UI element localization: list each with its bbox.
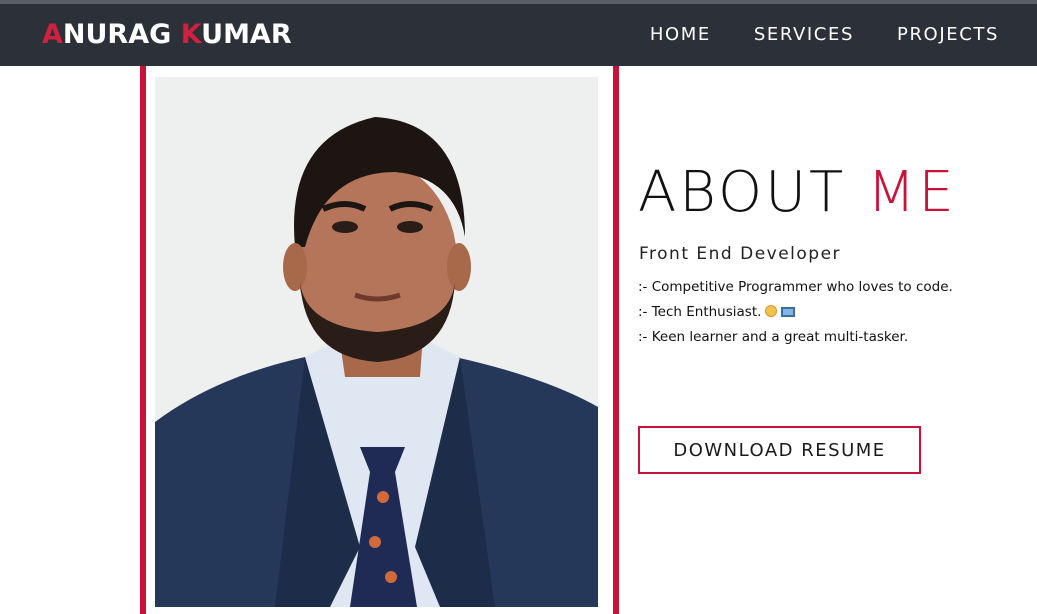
nav-projects-link[interactable]: PROJECTS bbox=[897, 24, 999, 45]
brand-text-first: NURAG bbox=[62, 19, 181, 50]
brand-logo[interactable]: ANURAG KUMAR bbox=[42, 19, 292, 50]
about-me-heading: ABOUT ME bbox=[638, 165, 957, 221]
brand-initial-a: A bbox=[42, 19, 63, 50]
navbar: ANURAG KUMAR HOME SERVICES PROJECTS bbox=[0, 4, 1037, 66]
bullet-item: :- Tech Enthusiast. bbox=[638, 304, 953, 329]
nav-home-link[interactable]: HOME bbox=[650, 24, 711, 45]
bullet-text: :- Tech Enthusiast. bbox=[638, 304, 762, 320]
laptop-emoji-icon bbox=[781, 307, 796, 317]
bullet-text: :- Competitive Programmer who loves to c… bbox=[638, 279, 953, 295]
bullet-item: :- Keen learner and a great multi-tasker… bbox=[638, 329, 953, 354]
bullet-text: :- Keen learner and a great multi-tasker… bbox=[638, 329, 909, 345]
role-subtitle: Front End Developer bbox=[639, 244, 842, 264]
profile-photo-illustration bbox=[155, 77, 598, 607]
profile-photo bbox=[155, 77, 598, 607]
about-heading-accent: ME bbox=[867, 160, 957, 225]
bullet-item: :- Competitive Programmer who loves to c… bbox=[638, 279, 953, 304]
main-nav: HOME SERVICES PROJECTS bbox=[650, 24, 999, 45]
person-emoji-icon bbox=[765, 305, 778, 317]
download-resume-button[interactable]: DOWNLOAD RESUME bbox=[638, 426, 921, 474]
about-heading-main: ABOUT bbox=[638, 160, 868, 225]
brand-text-last: UMAR bbox=[201, 19, 292, 50]
about-bullet-list: :- Competitive Programmer who loves to c… bbox=[638, 279, 953, 354]
brand-initial-k: K bbox=[180, 19, 202, 50]
nav-services-link[interactable]: SERVICES bbox=[754, 24, 854, 45]
